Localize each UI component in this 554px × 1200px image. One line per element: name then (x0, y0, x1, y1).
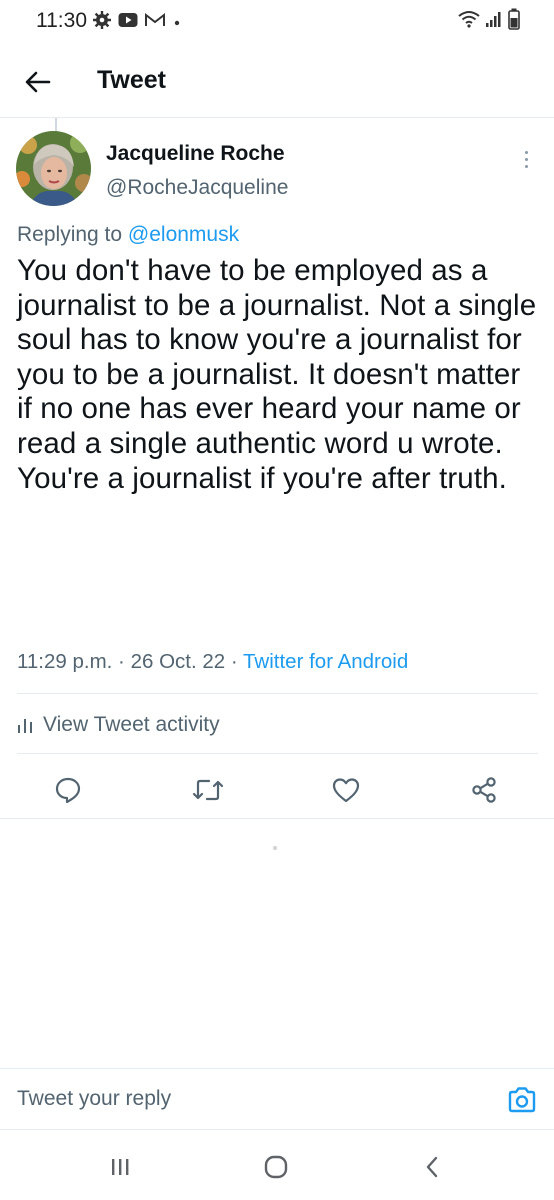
tweet-actions (0, 768, 554, 812)
status-time: 11:30 (36, 9, 87, 32)
back-button[interactable] (18, 62, 58, 102)
bar-chart-icon (18, 719, 32, 733)
avatar[interactable] (16, 131, 91, 206)
status-system-icons (458, 8, 520, 35)
back-icon (426, 1156, 438, 1178)
status-bar: 11:30 (0, 0, 554, 44)
tweet-text: You don't have to be employed as a journ… (17, 254, 537, 495)
meta-separator: · (118, 650, 125, 673)
camera-icon (508, 1087, 536, 1113)
reply-composer (0, 1068, 554, 1130)
share-button[interactable] (462, 768, 506, 812)
tweet-date: 26 Oct. 22 (130, 650, 226, 673)
retweet-icon (192, 779, 224, 801)
author-name[interactable]: Jacqueline Roche (106, 142, 285, 166)
thread-connector-line (55, 118, 57, 132)
replying-to: Replying to @elonmusk (17, 223, 239, 247)
wifi-icon (458, 10, 480, 33)
view-tweet-activity-label: View Tweet activity (43, 713, 220, 736)
arrow-left-icon (25, 71, 51, 93)
comment-icon (55, 777, 81, 804)
more-options-button[interactable] (514, 144, 538, 174)
like-button[interactable] (324, 768, 368, 812)
retweet-button[interactable] (186, 768, 230, 812)
status-notification-icons (92, 10, 182, 35)
loading-indicator-dot (273, 846, 277, 850)
signal-icon (486, 11, 502, 32)
replying-to-mention[interactable]: @elonmusk (128, 223, 239, 246)
view-tweet-activity[interactable]: View Tweet activity (17, 708, 220, 742)
heart-icon (332, 778, 360, 803)
system-back-button[interactable] (412, 1150, 452, 1184)
reply-input[interactable] (17, 1087, 477, 1111)
dot-icon (172, 14, 182, 32)
divider (17, 753, 538, 754)
page-title: Tweet (97, 66, 166, 94)
author-handle[interactable]: @RocheJacqueline (106, 176, 288, 200)
recent-apps-icon (112, 1159, 129, 1175)
tweet-time: 11:29 p.m. (17, 650, 113, 673)
more-vertical-icon (524, 150, 528, 154)
share-icon (472, 777, 496, 803)
gmail-icon (144, 12, 166, 33)
replying-to-prefix: Replying to (17, 223, 123, 246)
home-icon (264, 1155, 288, 1179)
youtube-icon (118, 12, 138, 33)
tweet-meta: 11:29 p.m. · 26 Oct. 22 · Twitter for An… (17, 650, 408, 674)
more-vertical-icon-dot (524, 164, 528, 168)
divider (17, 693, 538, 694)
tweet-source[interactable]: Twitter for Android (243, 650, 408, 673)
more-vertical-icon-dot (524, 157, 528, 161)
recent-apps-button[interactable] (100, 1150, 140, 1184)
system-navigation-bar (0, 1130, 554, 1200)
camera-button[interactable] (505, 1084, 539, 1116)
meta-separator: · (230, 650, 238, 673)
battery-icon (508, 8, 520, 35)
top-app-bar: Tweet (0, 44, 554, 118)
reply-button[interactable] (46, 768, 90, 812)
divider (0, 818, 554, 819)
settings-icon (92, 10, 112, 35)
home-button[interactable] (256, 1150, 296, 1184)
